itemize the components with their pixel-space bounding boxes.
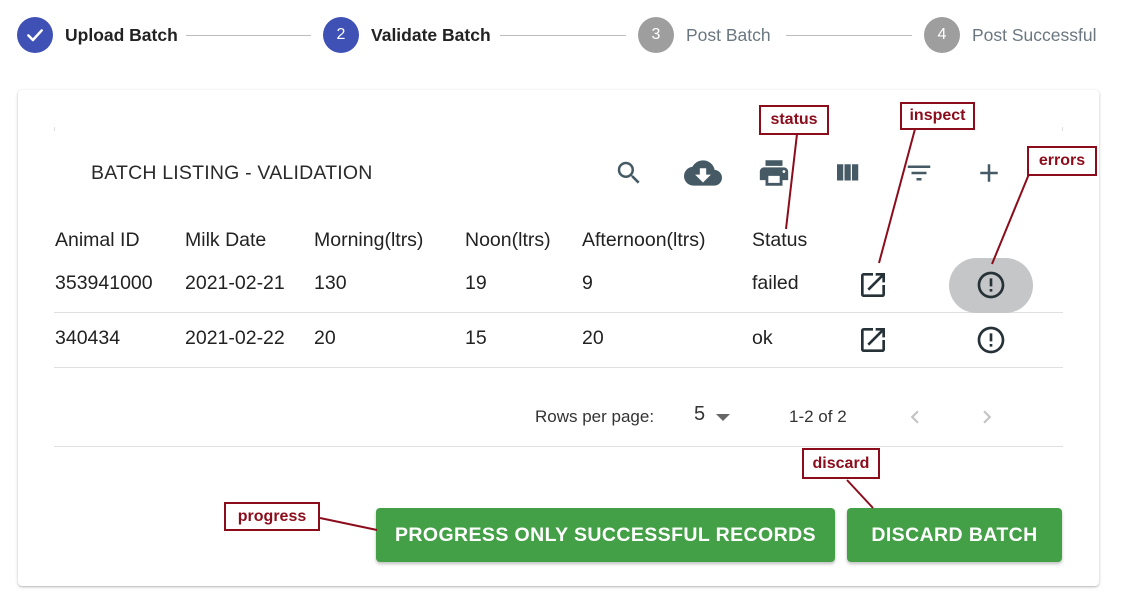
chevron-right-icon[interactable]	[967, 397, 1007, 437]
progress-successful-button[interactable]: PROGRESS ONLY SUCCESSFUL RECORDS	[376, 508, 835, 562]
open-in-new-icon[interactable]	[853, 265, 893, 305]
view-column-icon[interactable]	[827, 153, 867, 193]
cell-animal-id: 353941000	[55, 272, 153, 294]
pagination-range: 1-2 of 2	[789, 407, 847, 426]
error-outline-icon[interactable]	[971, 265, 1011, 305]
annotation-discard: discard	[802, 448, 880, 479]
cloud-download-icon[interactable]	[683, 153, 723, 193]
column-header-milk-date[interactable]: Milk Date	[185, 229, 266, 252]
step-number: 2	[323, 17, 359, 53]
step-label: Post Batch	[686, 24, 771, 45]
error-outline-icon[interactable]	[971, 320, 1011, 360]
table-row: 353941000 2021-02-21 130 19 9 failed	[54, 258, 1063, 313]
print-icon[interactable]	[754, 153, 794, 193]
cell-noon: 19	[465, 272, 487, 294]
step-validate-batch[interactable]: 2 Validate Batch	[323, 17, 491, 53]
annotation-inspect: inspect	[900, 102, 975, 130]
step-label: Validate Batch	[371, 24, 491, 45]
cell-milk-date: 2021-02-22	[185, 327, 285, 349]
table-row: 340434 2021-02-22 20 15 20 ok	[54, 313, 1063, 368]
step-label: Upload Batch	[65, 24, 178, 45]
step-connector	[786, 35, 912, 36]
discard-batch-button[interactable]: DISCARD BATCH	[847, 508, 1062, 562]
column-header-morning[interactable]: Morning(ltrs)	[314, 229, 423, 252]
cell-status: ok	[752, 327, 773, 349]
cell-noon: 15	[465, 327, 487, 349]
cell-status: failed	[752, 272, 799, 294]
search-icon[interactable]	[609, 153, 649, 193]
batch-table: BATCH LISTING - VALIDATION Animal ID Mil…	[54, 127, 1063, 447]
annotation-progress: progress	[224, 502, 320, 531]
step-post-batch[interactable]: 3 Post Batch	[638, 17, 771, 53]
step-number: 3	[638, 17, 674, 53]
table-border	[1062, 127, 1063, 131]
table-header: Animal ID Milk Date Morning(ltrs) Noon(l…	[54, 227, 1063, 257]
cell-afternoon: 9	[582, 272, 593, 294]
cell-animal-id: 340434	[55, 327, 121, 349]
add-icon[interactable]	[969, 153, 1009, 193]
cell-afternoon: 20	[582, 327, 604, 349]
step-connector	[500, 35, 626, 36]
cell-morning: 130	[314, 272, 347, 294]
step-connector	[186, 35, 311, 36]
cell-morning: 20	[314, 327, 336, 349]
table-border	[54, 127, 55, 131]
annotation-errors: errors	[1027, 146, 1097, 176]
filter-icon[interactable]	[899, 153, 939, 193]
column-header-animal-id[interactable]: Animal ID	[55, 229, 140, 252]
open-in-new-icon[interactable]	[853, 320, 893, 360]
stepper: Upload Batch 2 Validate Batch 3 Post Bat…	[0, 0, 1126, 72]
chevron-left-icon[interactable]	[895, 397, 935, 437]
step-label: Post Successful	[972, 24, 1097, 45]
check-icon	[17, 17, 53, 53]
annotation-status: status	[759, 105, 829, 135]
step-number: 4	[924, 17, 960, 53]
table-title: BATCH LISTING - VALIDATION	[91, 162, 373, 184]
column-header-afternoon[interactable]: Afternoon(ltrs)	[582, 229, 706, 252]
rows-per-page-select[interactable]: 5	[694, 403, 705, 426]
step-upload-batch[interactable]: Upload Batch	[17, 17, 178, 53]
batch-card: BATCH LISTING - VALIDATION Animal ID Mil…	[18, 90, 1099, 586]
step-post-successful[interactable]: 4 Post Successful	[924, 17, 1097, 53]
dropdown-arrow-icon[interactable]	[716, 414, 730, 421]
column-header-noon[interactable]: Noon(ltrs)	[465, 229, 551, 252]
cell-milk-date: 2021-02-21	[185, 272, 285, 294]
pagination: Rows per page: 5 1-2 of 2	[54, 397, 1063, 437]
column-header-status[interactable]: Status	[752, 229, 807, 252]
rows-per-page-label: Rows per page:	[535, 407, 655, 426]
